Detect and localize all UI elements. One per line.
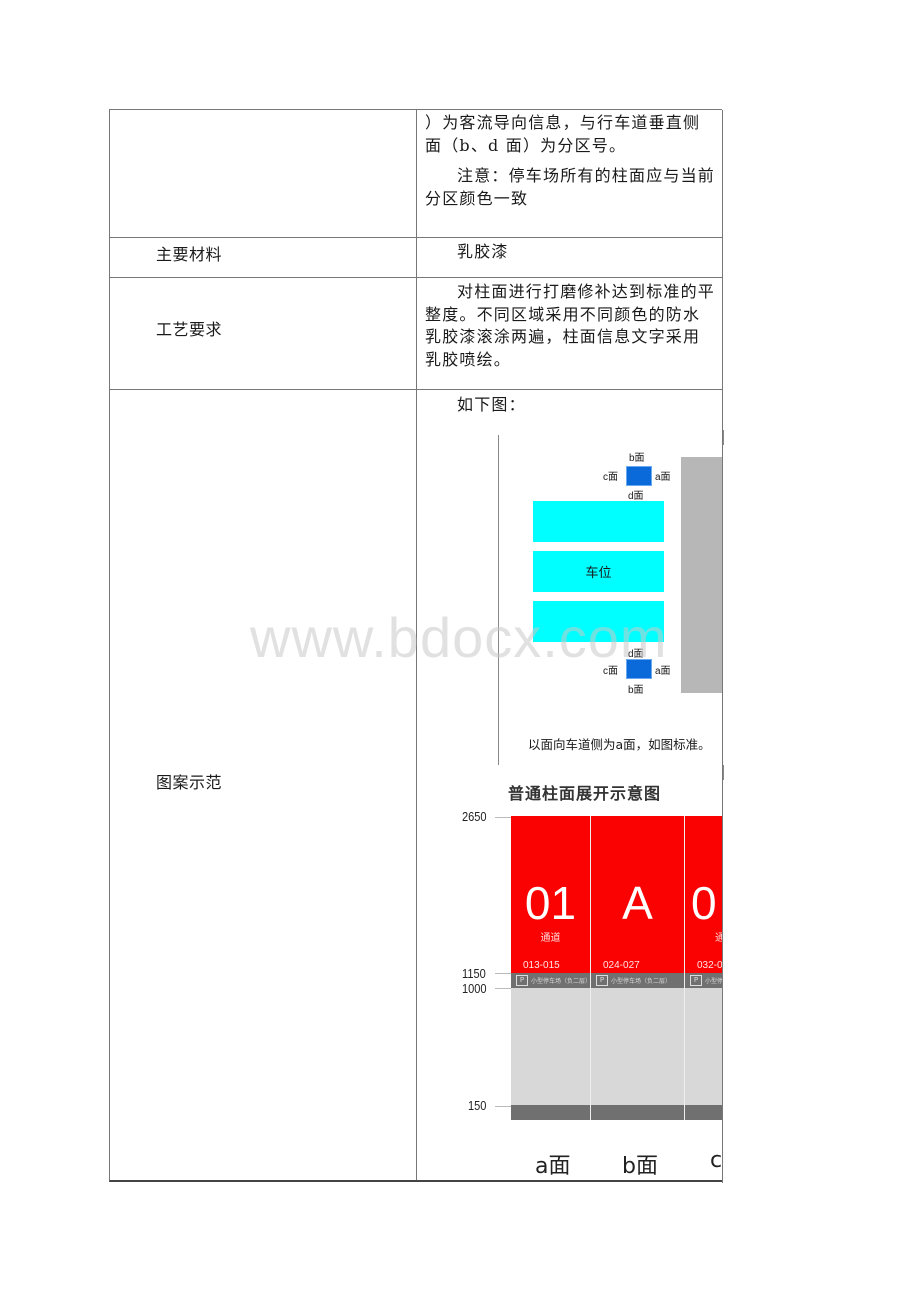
zone-number: 01 [524, 877, 577, 929]
row-content: ）为客流导向信息，与行车道垂直侧面（b、d 面）为分区号。 注意：停车场所有的柱… [425, 112, 717, 210]
row-content-process: 对柱面进行打磨修补达到标准的平整度。不同区域采用不同颜色的防水乳胶漆滚涂两遍，柱… [425, 282, 716, 369]
face-label-d: d面 [628, 649, 644, 660]
sign-text: 小型停 [705, 978, 723, 985]
pillar-elevation-diagram: 普通柱面展开示意图 2650 1150 1000 150 01 通道 013-0… [462, 780, 723, 1180]
row-label-process: 工艺要求 [156, 320, 223, 339]
table-row: ）为客流导向信息，与行车道垂直侧面（b、d 面）为分区号。 注意：停车场所有的柱… [110, 110, 723, 238]
face-caption-b: b面 [622, 1154, 658, 1179]
pillar-top [626, 466, 652, 486]
sign-text: 小型停车场（负二层） [611, 978, 672, 985]
face-caption-a: a面 [535, 1154, 571, 1179]
face-label-b: b面 [628, 685, 644, 696]
table-row: 工艺要求 对柱面进行打磨修补达到标准的平整度。不同区域采用不同颜色的防水乳胶漆滚… [110, 278, 723, 390]
parking-icon: P [596, 975, 608, 986]
stall-label: 车位 [585, 566, 612, 581]
pillar-face-a: 01 通道 013-015 P 小型停车场（负二层） [511, 816, 592, 1120]
pillar-face-b: A 024-027 P 小型停车场（负二层） [591, 816, 684, 1120]
pillar-face-c: 0 通 032-03 P小型停 [685, 816, 723, 1120]
plan-caption: 以面向车道侧为a面，如图标准。 [528, 737, 711, 752]
lower-band [511, 988, 590, 1105]
table-row: 主要材料 乳胶漆 [110, 238, 723, 278]
parking-icon: P [516, 975, 528, 986]
parking-stall: 车位 [533, 551, 664, 592]
zone-subtitle: 通道 [540, 933, 561, 944]
diagram-frame-line [723, 430, 724, 445]
parking-stall [533, 601, 664, 642]
parking-stall [533, 501, 664, 542]
base-band [591, 1105, 684, 1120]
row-label-pattern: 图案示范 [156, 773, 223, 792]
parking-plan-diagram: b面 c面 a面 d面 车位 d面 c面 a面 b面 以面向车道侧为a面，如图标… [498, 430, 724, 780]
diagram-frame-line [498, 435, 499, 765]
zone-number: 0 [691, 877, 717, 929]
pillar-bottom [626, 659, 652, 679]
stall-range: 032-03 [697, 960, 723, 971]
spec-table: ）为客流导向信息，与行车道垂直侧面（b、d 面）为分区号。 注意：停车场所有的柱… [109, 109, 724, 1183]
stall-range: 013-015 [523, 960, 560, 971]
diagram-frame-line [723, 765, 724, 780]
driveway-lane [681, 457, 723, 693]
sign-text: 小型停车场（负二层） [531, 978, 592, 985]
lower-band [685, 988, 723, 1105]
base-band [511, 1105, 590, 1120]
table-right-border [722, 110, 723, 1183]
content-paragraph: ）为客流导向信息，与行车道垂直侧面（b、d 面）为分区号。 [425, 113, 701, 155]
lower-band [591, 988, 684, 1105]
face-label-b: b面 [629, 453, 645, 464]
zone-letter: A [622, 877, 653, 929]
row-content-material: 乳胶漆 [457, 242, 509, 261]
face-label-d: d面 [628, 491, 644, 502]
sign-band: P 小型停车场（负二层） [511, 973, 592, 988]
parking-icon: P [690, 975, 702, 986]
face-label-c: c面 [603, 472, 618, 483]
face-label-a: a面 [655, 666, 671, 677]
face-label-c: c面 [603, 666, 618, 677]
sign-band: P 小型停车场（负二层） [591, 973, 684, 988]
row-label-material: 主要材料 [156, 245, 223, 264]
stall-range: 024-027 [603, 960, 640, 971]
face-label-a: a面 [655, 472, 671, 483]
elevation-title: 普通柱面展开示意图 [508, 784, 662, 803]
base-band [685, 1105, 723, 1120]
row-content-pattern: 如下图： [457, 395, 526, 414]
note-paragraph: 注意：停车场所有的柱面应与当前分区颜色一致 [425, 166, 716, 208]
sign-band: P 小型停 [685, 973, 723, 988]
